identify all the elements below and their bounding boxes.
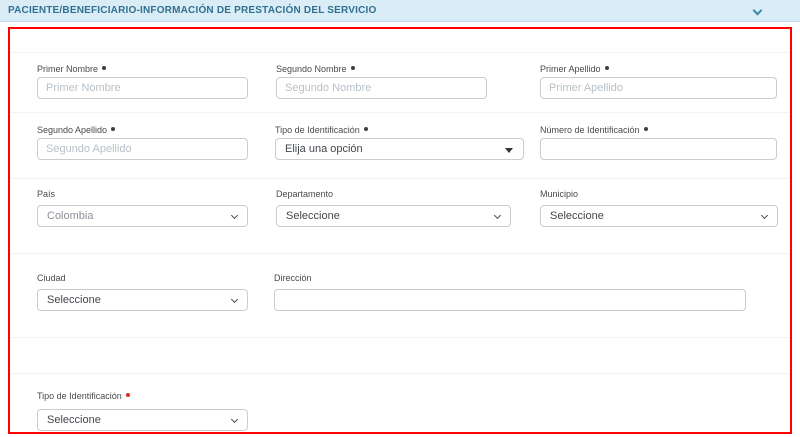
segundo-apellido-input[interactable] (37, 138, 248, 160)
row-divider (11, 253, 789, 254)
patient-form-panel: Primer Nombre Segundo Nombre Primer Apel… (8, 27, 792, 434)
required-marker (102, 66, 106, 70)
chevron-down-icon (762, 213, 768, 219)
required-marker (605, 66, 609, 70)
primer-apellido-label: Primer Apellido (540, 64, 777, 74)
field-numero-identificacion: Número de Identificación (540, 125, 777, 135)
required-marker (351, 66, 355, 70)
pais-select[interactable]: Colombia (37, 205, 248, 227)
field-municipio: Municipio Seleccione (540, 189, 778, 199)
chevron-down-icon (495, 213, 501, 219)
segundo-nombre-label: Segundo Nombre (276, 64, 487, 74)
chevron-down-icon (232, 417, 238, 423)
ciudad-select[interactable]: Seleccione (37, 289, 248, 311)
municipio-label: Municipio (540, 189, 778, 199)
direccion-input[interactable] (274, 289, 746, 311)
field-ciudad: Ciudad Seleccione (37, 273, 248, 283)
tipo-identificacion-dropdown[interactable]: Elija una opción (275, 138, 524, 160)
required-marker (126, 393, 130, 397)
field-direccion: Dirección (274, 273, 746, 283)
tipo-identificacion-label: Tipo de Identificación (275, 125, 524, 135)
select-value: Colombia (47, 206, 93, 226)
required-marker (644, 127, 648, 131)
required-marker (364, 127, 368, 131)
field-tipo-identificacion: Tipo de Identificación Elija una opción (275, 125, 524, 135)
dropdown-value: Elija una opción (285, 139, 363, 159)
segundo-apellido-label: Segundo Apellido (37, 125, 248, 135)
row-divider (11, 373, 789, 374)
tipo-identificacion-2-label: Tipo de Identificación (37, 391, 248, 401)
row-divider (11, 112, 789, 113)
field-pais: País Colombia (37, 189, 248, 199)
field-primer-nombre: Primer Nombre (37, 64, 248, 74)
chevron-down-icon (232, 213, 238, 219)
field-tipo-identificacion-2: Tipo de Identificación Seleccione (37, 391, 248, 401)
select-value: Seleccione (47, 410, 101, 430)
numero-identificacion-input[interactable] (540, 138, 777, 160)
row-divider (11, 52, 789, 53)
chevron-down-icon[interactable] (754, 7, 762, 15)
field-segundo-nombre: Segundo Nombre (276, 64, 487, 74)
ciudad-label: Ciudad (37, 273, 248, 283)
select-value: Seleccione (47, 290, 101, 310)
tipo-identificacion-2-select[interactable]: Seleccione (37, 409, 248, 431)
primer-nombre-label: Primer Nombre (37, 64, 248, 74)
chevron-down-icon (232, 297, 238, 303)
municipio-select[interactable]: Seleccione (540, 205, 778, 227)
select-value: Seleccione (286, 206, 340, 226)
field-segundo-apellido: Segundo Apellido (37, 125, 248, 135)
pais-label: País (37, 189, 248, 199)
field-primer-apellido: Primer Apellido (540, 64, 777, 74)
primer-apellido-input[interactable] (540, 77, 777, 99)
row-divider (11, 337, 789, 338)
row-divider (11, 178, 789, 179)
section-title: PACIENTE/BENEFICIARIO-INFORMACIÓN DE PRE… (8, 0, 377, 21)
primer-nombre-input[interactable] (37, 77, 248, 99)
departamento-select[interactable]: Seleccione (276, 205, 511, 227)
direccion-label: Dirección (274, 273, 746, 283)
segundo-nombre-input[interactable] (276, 77, 487, 99)
select-value: Seleccione (550, 206, 604, 226)
section-header[interactable]: PACIENTE/BENEFICIARIO-INFORMACIÓN DE PRE… (0, 0, 800, 22)
dropdown-arrow-icon (505, 148, 513, 153)
numero-identificacion-label: Número de Identificación (540, 125, 777, 135)
departamento-label: Departamento (276, 189, 511, 199)
field-departamento: Departamento Seleccione (276, 189, 511, 199)
required-marker (111, 127, 115, 131)
